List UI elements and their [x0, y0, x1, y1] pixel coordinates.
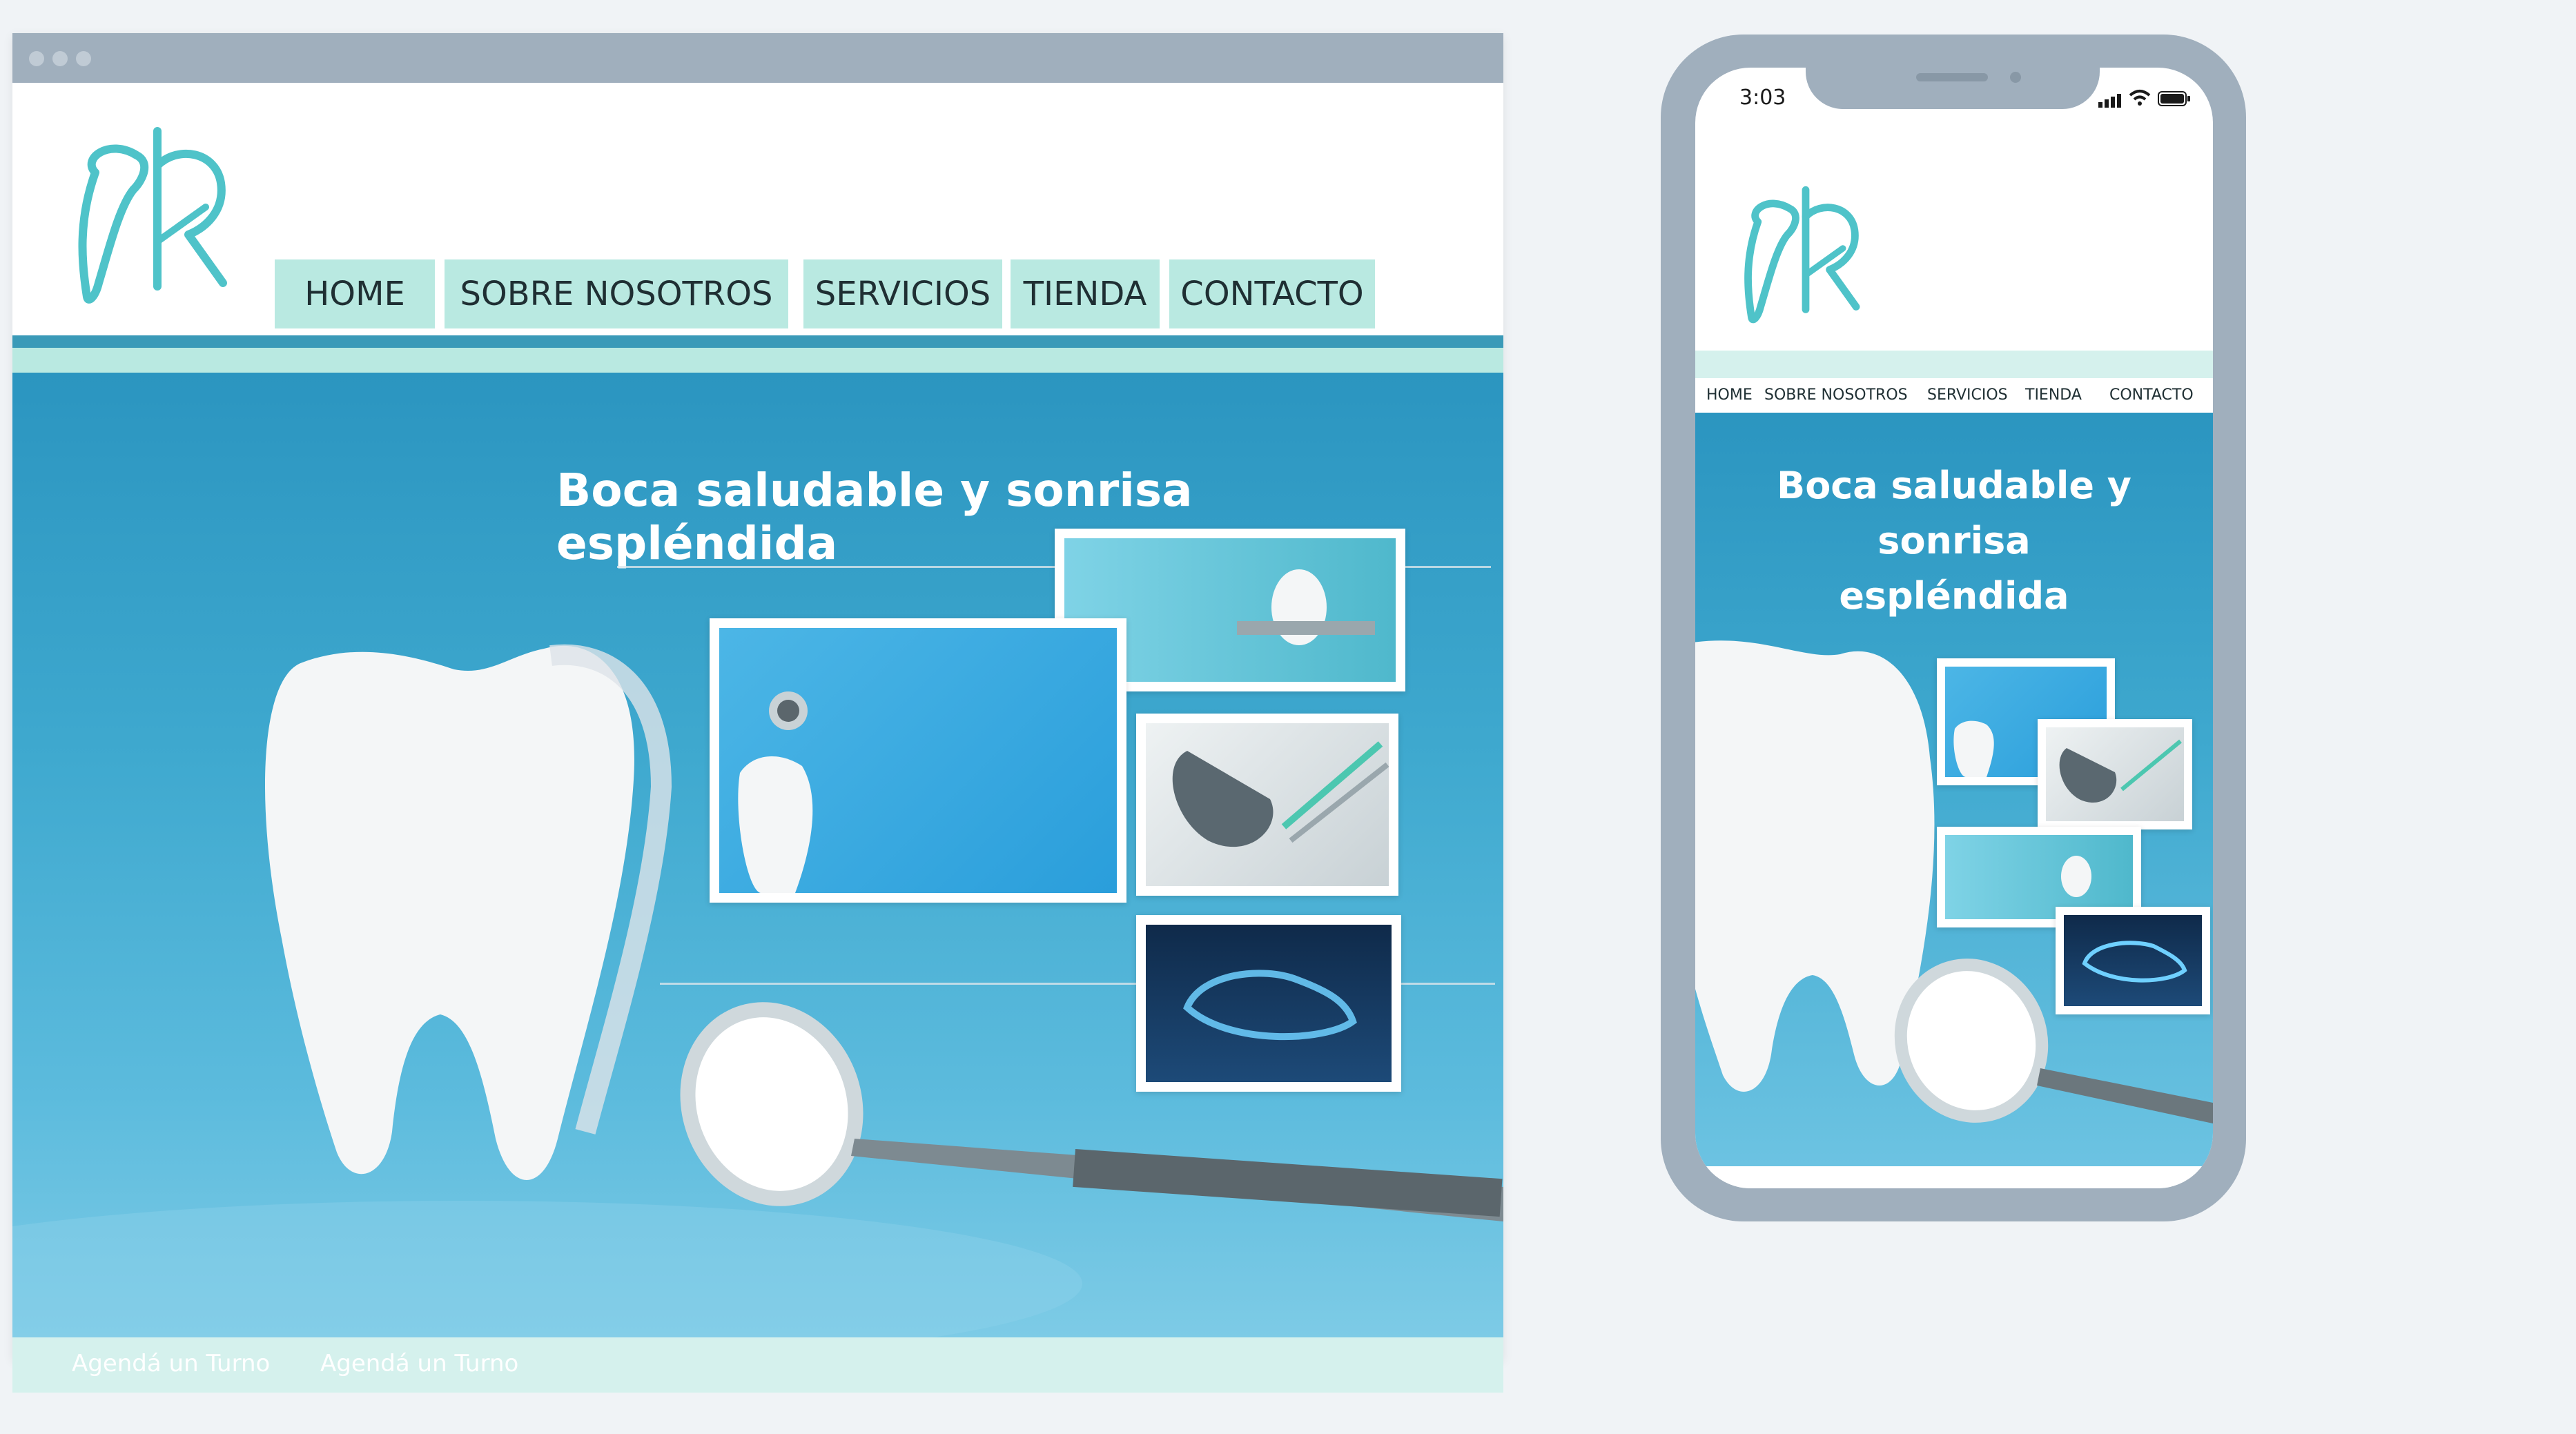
mobile-nav-contacto[interactable]: CONTACTO — [2109, 386, 2194, 404]
header-divider-light — [12, 348, 1503, 373]
window-dot-icon[interactable] — [29, 51, 44, 66]
browser-titlebar — [12, 33, 1503, 83]
nav-contacto[interactable]: CONTACTO — [1169, 259, 1375, 328]
mobile-hero-section: Boca saludable y sonrisa espléndida — [1695, 413, 2213, 1166]
hero-section: Boca saludable y sonrisa espléndida — [12, 373, 1503, 1337]
agenda-turno-link[interactable]: Agendá un Turno — [320, 1350, 518, 1377]
gallery-photo-tooth-tools[interactable] — [710, 618, 1126, 903]
mobile-nav-home[interactable]: HOME — [1706, 386, 1753, 404]
logo-tooth-icon[interactable] — [1737, 178, 1875, 351]
mobile-hero-title-line2: espléndida — [1839, 574, 2069, 618]
mobile-nav-strip — [1695, 351, 2213, 378]
mobile-gallery-photo-dental-chair[interactable] — [2038, 719, 2192, 829]
battery-icon — [2158, 91, 2191, 109]
gallery-photo-dental-chair[interactable] — [1136, 714, 1398, 896]
mobile-footer — [1695, 1166, 2213, 1188]
phone-screen: HOME SOBRE NOSOTROS SERVICIOS TIENDA CON… — [1695, 68, 2213, 1188]
mobile-nav-servicios[interactable]: SERVICIOS — [1927, 386, 2008, 404]
logo-tooth-icon[interactable] — [68, 124, 247, 331]
nav-servicios[interactable]: SERVICIOS — [803, 259, 1002, 328]
nav-tienda[interactable]: TIENDA — [1011, 259, 1160, 328]
window-dot-icon[interactable] — [52, 51, 68, 66]
mobile-gallery-photo-aligner[interactable] — [2056, 907, 2210, 1014]
wifi-icon — [2129, 88, 2151, 109]
mobile-hero-title: Boca saludable y sonrisa espléndida — [1695, 458, 2213, 624]
mobile-phone-mockup: HOME SOBRE NOSOTROS SERVICIOS TIENDA CON… — [1661, 35, 2246, 1221]
site-header: HOME SOBRE NOSOTROS SERVICIOS TIENDA CON… — [12, 83, 1503, 335]
mobile-nav-sobre-nosotros[interactable]: SOBRE NOSOTROS — [1764, 386, 1908, 404]
status-time: 3:03 — [1739, 86, 1786, 110]
footer-bar: Agendá un Turno Agendá un Turno — [12, 1337, 1503, 1393]
nav-home[interactable]: HOME — [275, 259, 435, 328]
window-dot-icon[interactable] — [76, 51, 91, 66]
gallery-photo-aligner[interactable] — [1136, 915, 1401, 1092]
header-divider — [12, 335, 1503, 348]
nav-sobre-nosotros[interactable]: SOBRE NOSOTROS — [445, 259, 788, 328]
signal-icon — [2098, 92, 2126, 110]
mobile-nav: HOME SOBRE NOSOTROS SERVICIOS TIENDA CON… — [1695, 378, 2213, 413]
phone-speaker — [1916, 73, 1988, 81]
phone-camera — [2010, 72, 2021, 83]
agenda-turno-link[interactable]: Agendá un Turno — [72, 1350, 270, 1377]
desktop-browser-mockup: HOME SOBRE NOSOTROS SERVICIOS TIENDA CON… — [12, 33, 1503, 1393]
mobile-hero-title-line1: Boca saludable y sonrisa — [1777, 464, 2131, 562]
mobile-nav-tienda[interactable]: TIENDA — [2025, 386, 2082, 404]
